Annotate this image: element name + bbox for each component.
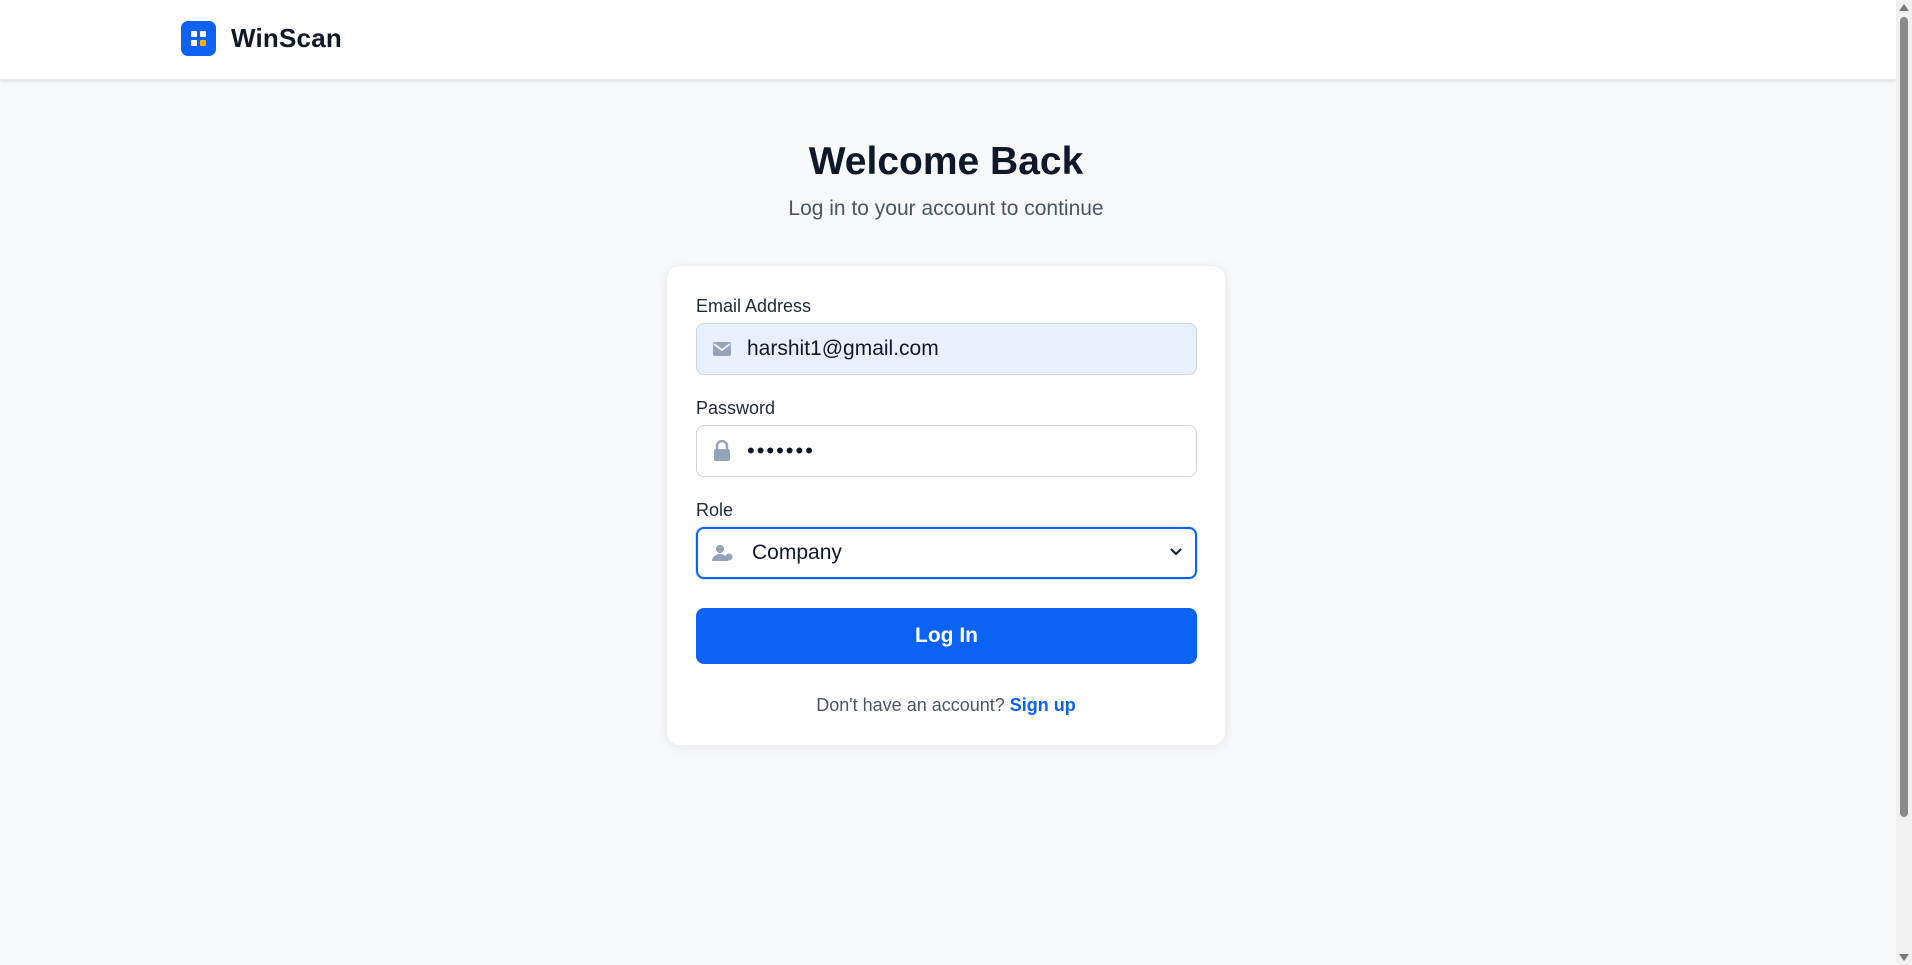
brand-name: WinScan: [231, 22, 342, 53]
email-value: harshit1@gmail.com: [747, 337, 939, 360]
password-label: Password: [696, 398, 776, 418]
scroll-up-arrow-icon[interactable]: [1899, 4, 1909, 11]
top-header: WinScan: [0, 0, 1896, 80]
page-scrollbar[interactable]: [1896, 0, 1912, 965]
login-page: WinScan Welcome Back Log in to your acco…: [0, 0, 1912, 965]
brand-home-link[interactable]: WinScan: [181, 20, 342, 56]
envelope-icon: [697, 324, 747, 374]
user-role-icon: [698, 529, 748, 577]
signup-prompt-text: Don't have an account?: [816, 695, 1005, 715]
lock-icon: [697, 426, 747, 476]
login-button[interactable]: Log In: [696, 608, 1197, 664]
email-field[interactable]: harshit1@gmail.com: [696, 323, 1197, 375]
password-field[interactable]: •••••••: [696, 425, 1197, 477]
role-label: Role: [696, 500, 734, 520]
role-select[interactable]: Company: [696, 527, 1197, 579]
login-card: Email Address harshit1@gmail.com Passwor…: [666, 265, 1226, 746]
page-title: Welcome Back: [808, 140, 1084, 183]
email-label: Email Address: [696, 296, 812, 316]
password-value: •••••••: [747, 438, 815, 463]
signup-prompt: Don't have an account? Sign up: [667, 695, 1225, 716]
signup-link[interactable]: Sign up: [1010, 695, 1076, 715]
scroll-thumb[interactable]: [1900, 17, 1908, 817]
app-logo-icon: [181, 20, 216, 56]
role-selected-value: Company: [752, 541, 842, 564]
chevron-down-icon: [1169, 544, 1183, 563]
scroll-down-arrow-icon[interactable]: [1899, 954, 1909, 961]
page-subtitle: Log in to your account to continue: [788, 197, 1104, 220]
